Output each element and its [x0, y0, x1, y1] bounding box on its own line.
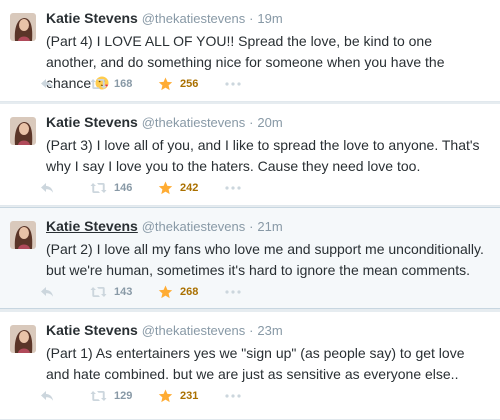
separator-dot: · — [249, 115, 254, 130]
separator-dot: · — [249, 323, 254, 338]
more-options-button[interactable] — [225, 76, 241, 92]
retweet-icon — [90, 183, 107, 193]
star-icon — [158, 181, 173, 195]
author-name[interactable]: Katie Stevens — [46, 10, 138, 26]
author-handle[interactable]: @thekatiestevens — [142, 323, 246, 338]
favorite-button[interactable]: 242 — [158, 180, 198, 196]
timestamp[interactable]: 23m — [257, 323, 282, 338]
more-options-button[interactable] — [225, 388, 241, 404]
star-icon — [158, 285, 173, 299]
favorite-button[interactable]: 231 — [158, 388, 198, 404]
reply-button[interactable] — [40, 284, 54, 300]
timestamp[interactable]: 21m — [257, 219, 282, 234]
tweet-part-1[interactable]: Katie Stevens @thekatiestevens · 23m (Pa… — [0, 312, 500, 420]
tweet-part-3[interactable]: Katie Stevens @thekatiestevens · 20m (Pa… — [0, 104, 500, 206]
favorite-count: 242 — [180, 182, 199, 194]
retweet-button[interactable]: 168 — [90, 76, 132, 92]
ellipsis-icon — [225, 186, 241, 190]
more-options-button[interactable] — [225, 284, 241, 300]
tweet-text: (Part 3) I love all of you, and I like t… — [46, 137, 480, 174]
author-handle[interactable]: @thekatiestevens — [142, 219, 246, 234]
favorite-button[interactable]: 268 — [158, 284, 198, 300]
retweet-button[interactable]: 129 — [90, 388, 132, 404]
tweet-text: (Part 1) As entertainers yes we "sign up… — [46, 345, 465, 382]
avatar[interactable] — [10, 325, 36, 353]
retweet-button[interactable]: 146 — [90, 180, 132, 196]
avatar[interactable] — [10, 13, 36, 41]
author-handle[interactable]: @thekatiestevens — [142, 115, 246, 130]
retweet-button[interactable]: 143 — [90, 284, 132, 300]
avatar[interactable] — [10, 221, 36, 249]
retweet-count: 168 — [114, 78, 133, 90]
reply-icon — [41, 391, 53, 401]
reply-icon — [41, 183, 53, 193]
reply-button[interactable] — [40, 388, 54, 404]
retweet-icon — [90, 391, 107, 401]
tweet-part-4[interactable]: Katie Stevens @thekatiestevens · 19m (Pa… — [0, 0, 500, 102]
timestamp[interactable]: 20m — [257, 115, 282, 130]
separator-dot: · — [249, 219, 254, 234]
retweet-count: 129 — [114, 390, 133, 402]
reply-icon — [41, 79, 53, 89]
retweet-icon — [90, 287, 107, 297]
favorite-count: 256 — [180, 78, 199, 90]
author-name[interactable]: Katie Stevens — [46, 322, 138, 338]
ellipsis-icon — [225, 290, 241, 294]
tweet-timeline: Katie Stevens @thekatiestevens · 19m (Pa… — [0, 0, 500, 420]
ellipsis-icon — [225, 82, 241, 86]
retweet-count: 143 — [114, 286, 133, 298]
favorite-button[interactable]: 256 — [158, 76, 198, 92]
star-icon — [158, 389, 173, 403]
reply-icon — [41, 287, 53, 297]
star-icon — [158, 77, 173, 91]
ellipsis-icon — [225, 394, 241, 398]
author-handle[interactable]: @thekatiestevens — [142, 11, 246, 26]
tweet-part-2[interactable]: Katie Stevens @thekatiestevens · 21m (Pa… — [0, 207, 500, 309]
retweet-count: 146 — [114, 182, 133, 194]
reply-button[interactable] — [40, 76, 54, 92]
retweet-icon — [90, 79, 107, 89]
favorite-count: 231 — [180, 390, 199, 402]
favorite-count: 268 — [180, 286, 199, 298]
reply-button[interactable] — [40, 180, 54, 196]
tweet-text: (Part 2) I love all my fans who love me … — [46, 241, 484, 278]
timestamp[interactable]: 19m — [257, 11, 282, 26]
separator-dot: · — [249, 11, 254, 26]
more-options-button[interactable] — [225, 180, 241, 196]
avatar[interactable] — [10, 117, 36, 145]
author-name[interactable]: Katie Stevens — [46, 114, 138, 130]
author-name[interactable]: Katie Stevens — [46, 218, 138, 234]
